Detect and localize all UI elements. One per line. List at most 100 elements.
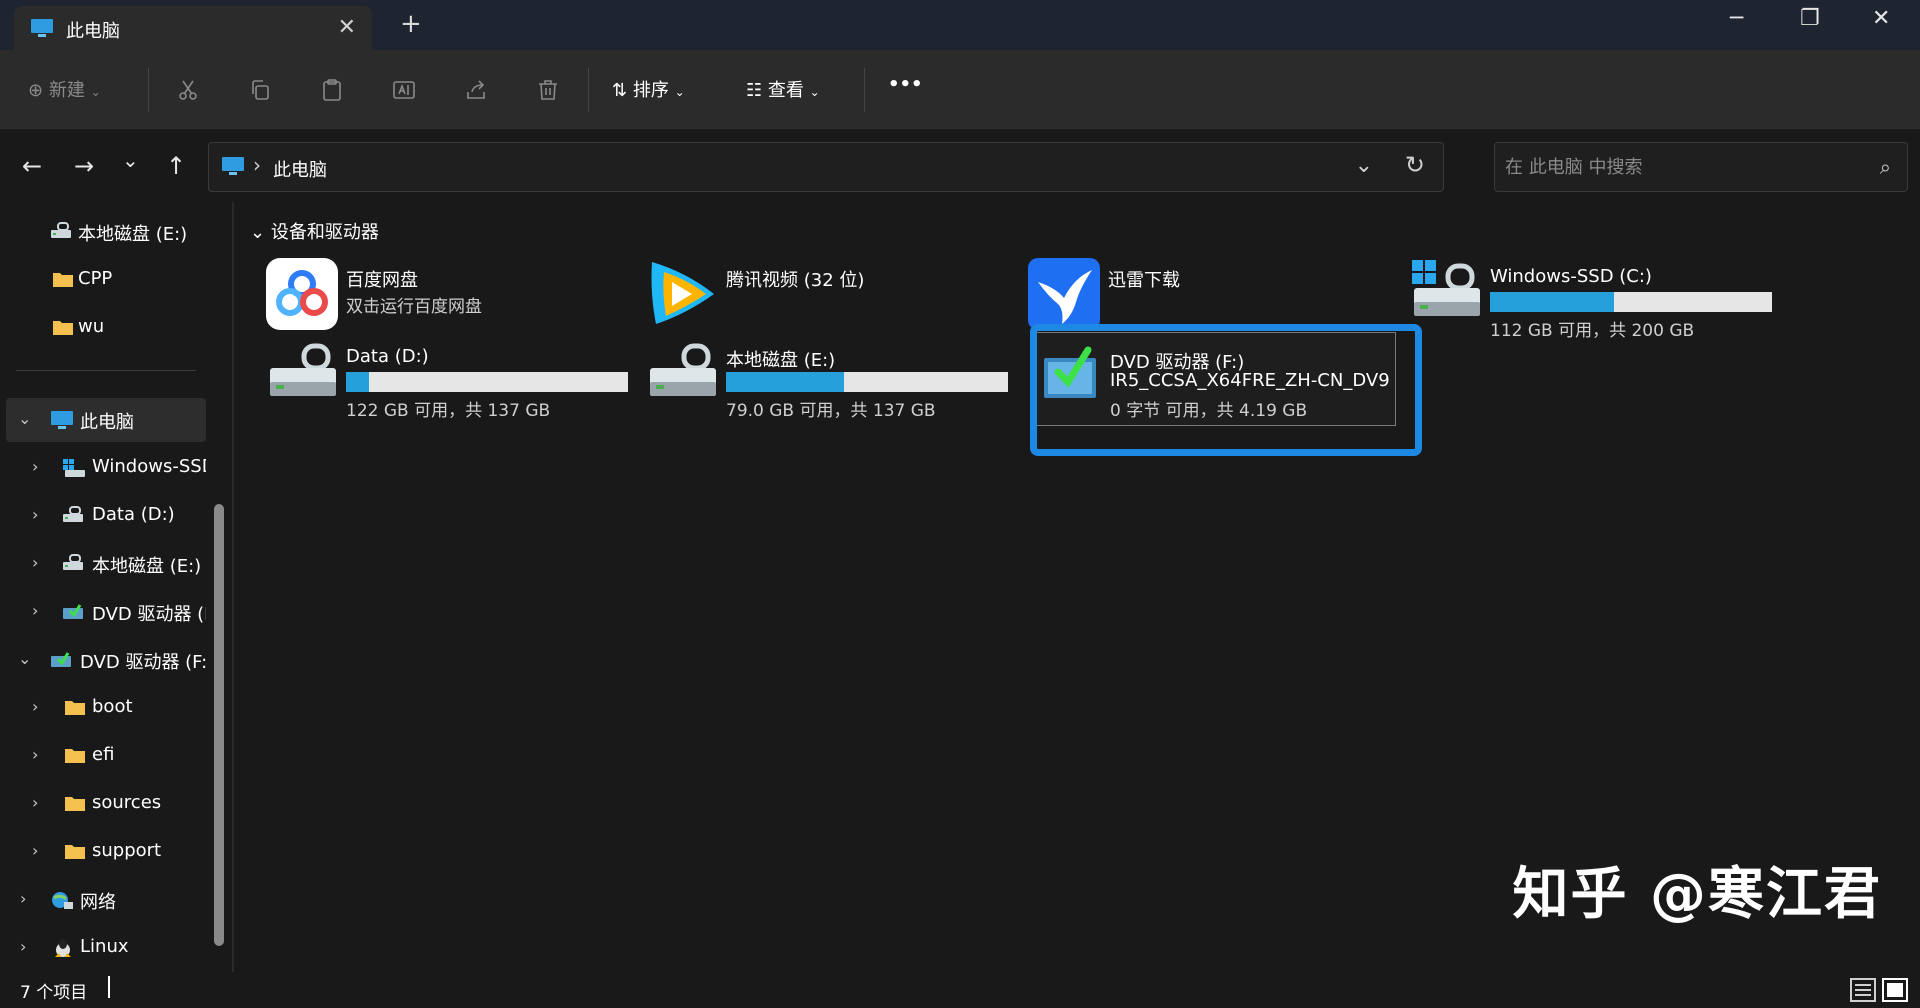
chevron-down-icon[interactable]: ⌄ bbox=[18, 409, 31, 428]
search-icon[interactable]: ⌕ bbox=[1880, 155, 1891, 179]
drive-icon bbox=[62, 506, 84, 529]
drive-icon bbox=[62, 554, 84, 577]
sidebar-item-network[interactable]: › 网络 bbox=[6, 878, 206, 922]
sidebar-item-support[interactable]: › support bbox=[6, 830, 206, 874]
delete-icon[interactable] bbox=[536, 78, 560, 107]
tile-thunder-download[interactable]: 迅雷下载 bbox=[1028, 258, 1368, 334]
back-button[interactable]: ← bbox=[22, 152, 42, 180]
chevron-right-icon[interactable]: › bbox=[32, 601, 38, 620]
chevron-right-icon[interactable]: › bbox=[32, 745, 38, 764]
refresh-button[interactable]: ↻ bbox=[1405, 151, 1425, 179]
tile-subtitle: 双击运行百度网盘 bbox=[346, 297, 482, 317]
drive-icon bbox=[266, 338, 338, 410]
sidebar-item-boot[interactable]: › boot bbox=[6, 686, 206, 730]
sidebar-item-sources[interactable]: › sources bbox=[6, 782, 206, 826]
sidebar-item-dvd-f-expanded[interactable]: ⌄ DVD 驱动器 (F:) bbox=[6, 638, 206, 682]
toolbar-separator bbox=[588, 68, 589, 112]
linux-icon bbox=[52, 938, 74, 963]
new-tab-button[interactable]: + bbox=[400, 9, 422, 39]
tile-drive-c[interactable]: Windows-SSD (C:) 112 GB 可用，共 200 GB bbox=[1410, 258, 1780, 341]
sidebar-item-windows-ssd[interactable]: › Windows-SSD bbox=[6, 446, 206, 490]
chevron-down-icon: ⌄ bbox=[250, 222, 266, 243]
drive-icon bbox=[646, 338, 718, 410]
chevron-right-icon[interactable]: › bbox=[32, 457, 38, 476]
sidebar-item-dvd-f[interactable]: › DVD 驱动器 (F bbox=[6, 590, 206, 634]
chevron-right-icon[interactable]: › bbox=[32, 793, 38, 812]
share-icon[interactable] bbox=[464, 78, 488, 107]
capacity-bar-fill bbox=[1490, 292, 1615, 312]
sidebar-item-data-d[interactable]: › Data (D:) bbox=[6, 494, 206, 538]
view-button[interactable]: ☷ 查看 ⌄ bbox=[746, 76, 820, 102]
sidebar-scrollbar[interactable] bbox=[214, 504, 224, 946]
group-title: 设备和驱动器 bbox=[270, 222, 379, 243]
sidebar-item-label: DVD 驱动器 (F:) bbox=[80, 652, 206, 673]
chevron-right-icon[interactable]: › bbox=[20, 889, 26, 908]
sidebar-item-label: 本地磁盘 (E:) bbox=[78, 224, 188, 245]
chevron-right-icon[interactable]: › bbox=[32, 553, 38, 572]
new-button[interactable]: ⊕ 新建 ⌄ bbox=[28, 76, 101, 102]
folder-icon bbox=[64, 794, 86, 817]
text-caret bbox=[108, 976, 110, 998]
windows-drive-icon bbox=[1410, 258, 1482, 330]
search-box[interactable]: ⌕ bbox=[1494, 142, 1908, 192]
search-input[interactable] bbox=[1505, 153, 1845, 181]
folder-icon bbox=[64, 698, 86, 721]
thunder-bird-icon bbox=[1028, 258, 1100, 330]
tile-free-space: 122 GB 可用，共 137 GB bbox=[346, 401, 551, 421]
sidebar-item-local-disk-e[interactable]: 本地磁盘 (E:) bbox=[6, 210, 206, 254]
dvd-icon bbox=[62, 602, 84, 625]
sidebar-item-wu[interactable]: wu bbox=[6, 306, 206, 350]
chevron-down-icon[interactable]: ⌄ bbox=[18, 649, 31, 668]
tile-name: Data (D:) bbox=[346, 346, 429, 367]
chevron-right-icon[interactable]: › bbox=[20, 937, 26, 956]
paste-icon[interactable] bbox=[320, 78, 344, 107]
chevron-right-icon[interactable]: › bbox=[32, 697, 38, 716]
toolbar-separator bbox=[148, 68, 149, 112]
chevron-down-icon: ⌄ bbox=[674, 85, 685, 99]
item-count: 7 个项目 bbox=[20, 983, 88, 1003]
sidebar-item-label: 网络 bbox=[80, 892, 116, 913]
pane-divider[interactable] bbox=[232, 202, 234, 972]
chevron-right-icon[interactable]: › bbox=[32, 505, 38, 524]
sort-button[interactable]: ⇅ 排序 ⌄ bbox=[612, 76, 685, 102]
sidebar-item-local-disk-e[interactable]: › 本地磁盘 (E:) bbox=[6, 542, 206, 586]
tile-name: 本地磁盘 (E:) bbox=[726, 350, 836, 371]
tile-drive-e[interactable]: 本地磁盘 (E:) 79.0 GB 可用，共 137 GB bbox=[646, 338, 1016, 421]
more-options-button[interactable]: ••• bbox=[888, 74, 923, 95]
address-bar[interactable]: › 此电脑 ⌄ ↻ bbox=[208, 142, 1444, 192]
computer-icon bbox=[30, 18, 54, 42]
up-button[interactable]: ↑ bbox=[166, 152, 186, 180]
chevron-down-icon: ⌄ bbox=[90, 85, 101, 99]
rename-icon[interactable] bbox=[392, 78, 416, 107]
details-view-icon[interactable] bbox=[1850, 978, 1876, 1002]
chevron-right-icon[interactable]: › bbox=[32, 841, 38, 860]
navigation-pane: 本地磁盘 (E:) CPP wu ⌄ 此电脑 › Windows-SSD › D… bbox=[0, 202, 230, 972]
close-window-button[interactable]: ✕ bbox=[1872, 6, 1890, 31]
copy-icon[interactable] bbox=[248, 78, 272, 107]
folder-icon bbox=[52, 270, 74, 293]
restore-button[interactable]: ❐ bbox=[1800, 6, 1820, 31]
sidebar-item-cpp[interactable]: CPP bbox=[6, 258, 206, 302]
tile-tencent-video[interactable]: 腾讯视频 (32 位) bbox=[646, 258, 986, 334]
group-header-devices[interactable]: ⌄ 设备和驱动器 bbox=[250, 218, 379, 244]
tab-this-pc[interactable]: 此电脑 ✕ bbox=[14, 6, 372, 50]
capacity-bar bbox=[726, 372, 1008, 392]
recent-locations-button[interactable]: ⌄ bbox=[122, 148, 139, 172]
sidebar-item-label: CPP bbox=[78, 268, 113, 289]
baidu-netdisk-icon bbox=[266, 258, 338, 330]
breadcrumb-this-pc[interactable]: 此电脑 bbox=[273, 156, 327, 182]
sidebar-item-label: 此电脑 bbox=[80, 412, 134, 433]
tile-name: 迅雷下载 bbox=[1108, 270, 1180, 291]
sidebar-item-efi[interactable]: › efi bbox=[6, 734, 206, 778]
tiles-view-icon[interactable] bbox=[1882, 978, 1908, 1002]
sidebar-item-this-pc[interactable]: ⌄ 此电脑 bbox=[6, 398, 206, 442]
forward-button[interactable]: → bbox=[74, 152, 94, 180]
view-label: 查看 bbox=[767, 80, 804, 101]
tile-drive-d[interactable]: Data (D:) 122 GB 可用，共 137 GB bbox=[266, 338, 636, 421]
tab-close-icon[interactable]: ✕ bbox=[338, 15, 356, 40]
minimize-button[interactable]: ─ bbox=[1730, 6, 1743, 31]
address-dropdown-icon[interactable]: ⌄ bbox=[1355, 153, 1373, 178]
cut-icon[interactable] bbox=[176, 78, 200, 107]
sidebar-item-linux[interactable]: › Linux bbox=[6, 926, 206, 970]
tile-baidu-netdisk[interactable]: 百度网盘 双击运行百度网盘 bbox=[266, 258, 606, 334]
